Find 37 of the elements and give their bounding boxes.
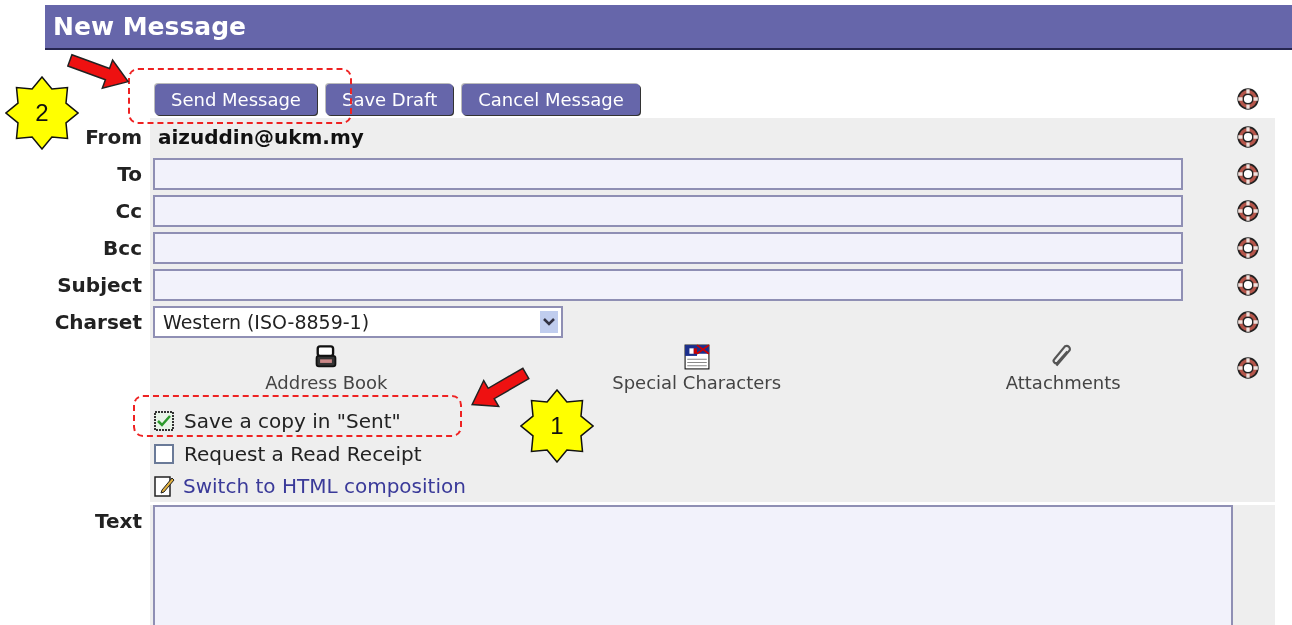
field-label: From: [85, 124, 142, 149]
form-button[interactable]: Cancel Message: [462, 83, 640, 115]
help-icon[interactable]: [1236, 87, 1260, 111]
field-label: Charset: [54, 309, 142, 334]
field-label: Text: [95, 509, 142, 533]
help-icon[interactable]: [1236, 124, 1260, 149]
input-field[interactable]: [153, 157, 1183, 190]
note-pencil-icon[interactable]: [153, 474, 175, 498]
input-field[interactable]: [153, 268, 1183, 301]
help-icon[interactable]: [1236, 198, 1260, 223]
tool-link[interactable]: Special Characters: [612, 372, 782, 393]
charset-dropdown[interactable]: Western (ISO-8859-1): [153, 305, 563, 338]
checkbox[interactable]: [154, 443, 174, 464]
from-address: aizuddin@ukm.my: [158, 124, 364, 149]
help-icon[interactable]: [1236, 161, 1260, 186]
input-field[interactable]: [153, 231, 1183, 264]
checkbox-label[interactable]: Request a Read Receipt: [184, 441, 422, 466]
help-icon[interactable]: [1236, 235, 1260, 260]
step-badge: 2: [5, 76, 79, 150]
field-label: Cc: [115, 198, 142, 223]
html-composition-link[interactable]: Switch to HTML composition: [183, 474, 466, 498]
help-icon[interactable]: [1236, 309, 1260, 334]
form-button[interactable]: Send Message: [155, 83, 317, 115]
field-label: Subject: [57, 272, 142, 297]
message-text-area[interactable]: [153, 505, 1233, 625]
tool-link[interactable]: Attachments: [1005, 372, 1121, 393]
tool-link[interactable]: Address Book: [265, 372, 388, 393]
field-label: To: [117, 161, 142, 186]
help-icon[interactable]: [1236, 272, 1260, 297]
window-title: New Message: [53, 12, 246, 41]
input-field[interactable]: [153, 194, 1183, 227]
step-badge: 1: [520, 389, 594, 463]
checkbox-label[interactable]: Save a copy in "Sent": [184, 408, 401, 433]
help-icon[interactable]: [1236, 356, 1260, 380]
keyboard-flag-icon[interactable]: [683, 344, 710, 370]
field-label: Bcc: [103, 235, 142, 260]
checkbox[interactable]: [154, 410, 174, 431]
